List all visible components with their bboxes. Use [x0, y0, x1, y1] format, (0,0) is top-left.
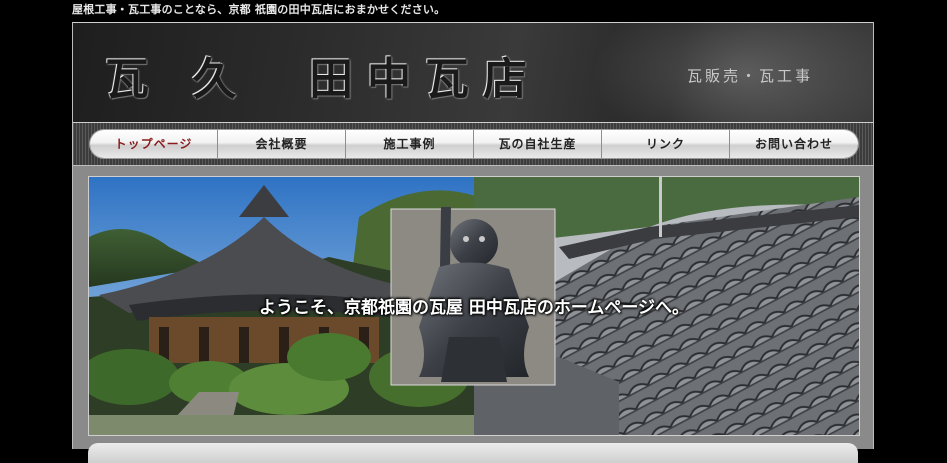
- page-frame: 瓦 久 田中瓦店 瓦販売・瓦工事 トップページ 会社概要 施工事例 瓦の自社生産…: [72, 22, 874, 463]
- nav-item-contact[interactable]: お問い合わせ: [730, 130, 858, 158]
- nav-item-company[interactable]: 会社概要: [218, 130, 346, 158]
- hero-banner: ようこそ、京都祇園の瓦屋 田中瓦店のホームページへ。: [88, 176, 860, 436]
- header-tagline: 瓦販売・瓦工事: [687, 67, 814, 85]
- nav-bar: トップページ 会社概要 施工事例 瓦の自社生産 リンク お問い合わせ: [73, 123, 873, 166]
- nav-item-works[interactable]: 施工事例: [346, 130, 474, 158]
- nav-item-links[interactable]: リンク: [602, 130, 730, 158]
- main-nav: トップページ 会社概要 施工事例 瓦の自社生産 リンク お問い合わせ: [90, 130, 858, 158]
- welcome-message: ようこそ、京都祇園の瓦屋 田中瓦店のホームページへ。: [258, 298, 690, 318]
- site-logo[interactable]: 瓦 久 田中瓦店: [105, 43, 541, 107]
- content-panel-top: [88, 443, 858, 463]
- nav-item-production[interactable]: 瓦の自社生産: [474, 130, 602, 158]
- top-notice: 屋根工事・瓦工事のことなら、京都 祇園の田中瓦店におまかせください。: [72, 3, 446, 16]
- site-header: 瓦 久 田中瓦店 瓦販売・瓦工事: [73, 22, 873, 123]
- nav-item-top[interactable]: トップページ: [90, 130, 218, 158]
